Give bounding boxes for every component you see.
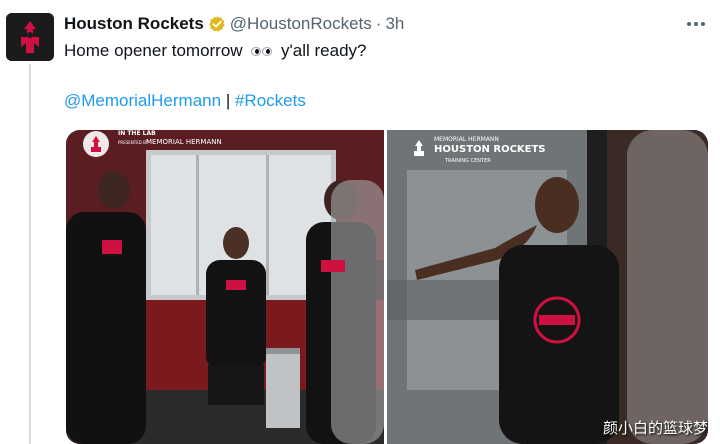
hashtag-link[interactable]: #Rockets <box>235 91 306 110</box>
avatar[interactable] <box>6 13 54 61</box>
photo1-title: IN THE LAB <box>118 130 156 137</box>
photo-1[interactable]: IN THE LAB PRESENTED BY MEMORIAL HERMANN <box>66 130 384 444</box>
photo2-brand: HOUSTON ROCKETS <box>434 144 546 155</box>
tweet[interactable]: Houston Rockets @HoustonRockets · 3h Hom… <box>0 0 720 444</box>
photo2-sub: TRAINING CENTER <box>445 158 491 164</box>
display-name[interactable]: Houston Rockets <box>64 14 204 34</box>
eyes-emoji-icon <box>251 47 273 57</box>
tweet-text-after: y'all ready? <box>281 41 367 60</box>
watermark: 颜小白的篮球梦 <box>602 419 708 437</box>
author-handle[interactable]: @HoustonRockets <box>230 14 372 34</box>
tweet-tags: @MemorialHermann | #Rockets <box>64 91 306 111</box>
photo2-sponsor: MEMORIAL HERMANN <box>434 136 499 143</box>
separator-dot: · <box>375 14 382 33</box>
photo1-presented: PRESENTED BY <box>118 140 149 145</box>
photo-2[interactable]: MEMORIAL HERMANN HOUSTON ROCKETS TRAININ… <box>387 130 708 444</box>
timestamp[interactable]: 3h <box>385 14 404 34</box>
tweet-text: Home opener tomorrow y'all ready? <box>64 41 367 61</box>
tweet-header: Houston Rockets @HoustonRockets · 3h <box>64 12 404 36</box>
mention-link[interactable]: @MemorialHermann <box>64 91 221 110</box>
photo1-sponsor: MEMORIAL HERMANN <box>146 138 222 146</box>
thread-line <box>29 64 31 444</box>
media-gallery: IN THE LAB PRESENTED BY MEMORIAL HERMANN <box>66 130 708 444</box>
tag-separator: | <box>225 91 231 110</box>
tweet-text-before: Home opener tomorrow <box>64 41 243 60</box>
more-options-icon[interactable] <box>684 14 708 34</box>
verified-badge-icon <box>208 15 226 33</box>
